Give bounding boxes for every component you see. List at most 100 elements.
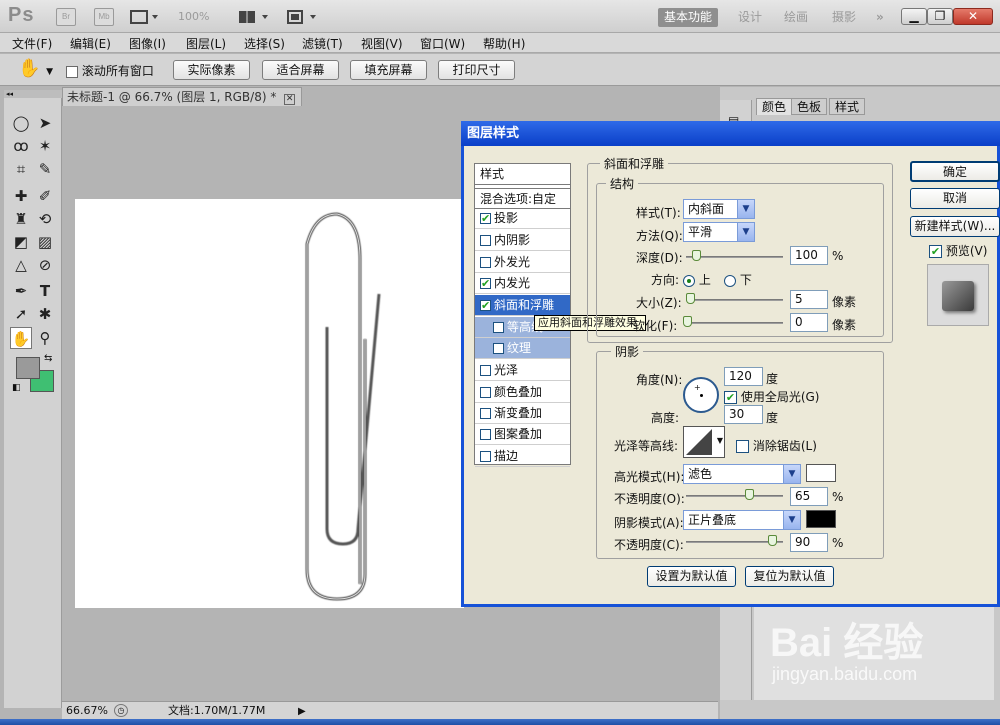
screen-mode-button[interactable] — [286, 9, 320, 25]
eraser-tool-icon[interactable]: ◩ — [10, 231, 32, 253]
new-style-button[interactable]: 新建样式(W)... — [910, 216, 1000, 237]
type-tool-icon[interactable]: T — [34, 280, 56, 302]
canvas[interactable] — [75, 199, 464, 608]
marquee-tool-icon[interactable]: ◯ — [10, 112, 32, 134]
toolbox-collapse-icon[interactable]: ◂◂ — [4, 90, 62, 98]
checkbox-empty-icon[interactable] — [493, 322, 504, 333]
arrange-documents-button[interactable] — [238, 9, 272, 25]
checkbox-empty-icon[interactable] — [480, 257, 491, 268]
clone-stamp-icon[interactable]: ♜ — [10, 208, 32, 230]
depth-slider-thumb[interactable] — [691, 250, 701, 261]
document-tab[interactable]: 未标题-1 @ 66.7% (图层 1, RGB/8) * ✕ — [62, 87, 302, 106]
checkbox-empty-icon[interactable] — [493, 343, 504, 354]
menu-window[interactable]: 窗口(W) — [420, 35, 465, 52]
soften-slider-thumb[interactable] — [683, 316, 692, 327]
soften-slider[interactable] — [686, 322, 783, 324]
cancel-button[interactable]: 取消 — [910, 188, 1000, 209]
minimize-button[interactable]: ▁ — [901, 8, 927, 25]
gloss-contour-picker[interactable]: ▼ — [683, 426, 725, 458]
eyedropper-icon[interactable]: ✎ — [34, 158, 56, 180]
brush-tool-icon[interactable]: ✐ — [34, 185, 56, 207]
style-item[interactable]: ✔ 内发光 — [475, 273, 570, 294]
menu-file[interactable]: 文件(F) — [12, 35, 52, 52]
magic-wand-icon[interactable]: ✶ — [34, 135, 56, 157]
default-colors-icon[interactable]: ◧ — [12, 383, 21, 393]
view-extras-button[interactable] — [130, 9, 160, 25]
direction-up-radio[interactable]: 上 — [683, 271, 711, 288]
blur-tool-icon[interactable]: △ — [10, 254, 32, 276]
altitude-input[interactable]: 30 — [724, 405, 763, 424]
style-item[interactable]: 渐变叠加 — [475, 403, 570, 424]
checkbox-empty-icon[interactable] — [480, 387, 491, 398]
style-item[interactable]: 图案叠加 — [475, 424, 570, 445]
menu-help[interactable]: 帮助(H) — [483, 35, 525, 52]
checkbox-empty-icon[interactable] — [480, 451, 491, 462]
pen-tool-icon[interactable]: ✒ — [10, 280, 32, 302]
anti-alias-checkbox[interactable]: 消除锯齿(L) — [736, 437, 817, 454]
dodge-tool-icon[interactable]: ⊘ — [34, 254, 56, 276]
workspace-essentials[interactable]: 基本功能 — [658, 8, 719, 27]
close-document-icon[interactable]: ✕ — [284, 94, 296, 105]
technique-dropdown[interactable]: 平滑 ▼ — [683, 222, 755, 242]
fill-screen-button[interactable]: 填充屏幕 — [350, 60, 427, 80]
hand-tool-preset[interactable]: ✋ ▼ — [18, 58, 53, 79]
zoom-tool-icon[interactable]: ⚲ — [34, 327, 56, 349]
angle-dial[interactable]: + — [683, 377, 719, 413]
status-info-icon[interactable]: ◷ — [114, 704, 128, 717]
style-item[interactable]: 光泽 — [475, 360, 570, 381]
gradient-tool-icon[interactable]: ▨ — [34, 231, 56, 253]
depth-input[interactable]: 100 — [790, 246, 828, 265]
menu-view[interactable]: 视图(V) — [361, 35, 403, 52]
foreground-color-swatch-top[interactable] — [16, 357, 40, 379]
highlight-mode-dropdown[interactable]: 滤色 ▼ — [683, 464, 801, 484]
checkmark-icon[interactable]: ✔ — [480, 300, 491, 311]
zoom-level-menu[interactable]: 100% — [178, 10, 209, 23]
status-menu-arrow-icon[interactable]: ▶ — [298, 703, 306, 720]
workspace-design[interactable]: 设计 — [732, 8, 768, 27]
highlight-opacity-slider[interactable] — [686, 495, 783, 497]
soften-input[interactable]: 0 — [790, 313, 828, 332]
ok-button[interactable]: 确定 — [910, 161, 1000, 182]
tab-color[interactable]: 颜色 — [756, 98, 793, 115]
move-tool-icon[interactable]: ➤ — [34, 112, 56, 134]
style-item[interactable]: 描边 — [475, 446, 570, 467]
checkbox-empty-icon[interactable] — [480, 365, 491, 376]
shadow-mode-dropdown[interactable]: 正片叠底 ▼ — [683, 510, 801, 530]
fit-screen-button[interactable]: 适合屏幕 — [262, 60, 339, 80]
styles-header[interactable]: 样式 — [475, 164, 570, 185]
use-global-light-checkbox[interactable]: ✔ 使用全局光(G) — [724, 388, 820, 405]
scroll-all-windows-checkbox[interactable]: 滚动所有窗口 — [66, 62, 154, 79]
tab-swatches[interactable]: 色板 — [791, 98, 828, 115]
preview-checkbox[interactable]: ✔ 预览(V) — [929, 242, 987, 259]
close-button[interactable]: ✕ — [953, 8, 993, 25]
crop-tool-icon[interactable]: ⌗ — [10, 158, 32, 180]
highlight-color-swatch[interactable] — [806, 464, 836, 482]
angle-input[interactable]: 120 — [724, 367, 763, 386]
blending-options-item[interactable]: 混合选项:自定 — [475, 188, 570, 209]
bridge-icon[interactable]: Br — [56, 8, 76, 26]
mini-bridge-icon[interactable]: Mb — [94, 8, 114, 26]
shadow-opacity-thumb[interactable] — [768, 535, 777, 546]
dialog-title-bar[interactable]: 图层样式 — [461, 121, 1000, 146]
history-brush-icon[interactable]: ⟲ — [34, 208, 56, 230]
menu-edit[interactable]: 编辑(E) — [70, 35, 111, 52]
size-slider-thumb[interactable] — [686, 293, 695, 304]
shadow-color-swatch[interactable] — [806, 510, 836, 528]
shape-tool-icon[interactable]: ✱ — [34, 303, 56, 325]
style-item[interactable]: ✔ 投影 — [475, 208, 570, 229]
hand-tool-icon[interactable]: ✋ — [10, 327, 32, 349]
shadow-opacity-input[interactable]: 90 — [790, 533, 828, 552]
menu-filter[interactable]: 滤镜(T) — [302, 35, 343, 52]
lasso-tool-icon[interactable]: ꝏ — [10, 135, 32, 157]
zoom-readout[interactable]: 66.67% — [66, 702, 108, 719]
size-input[interactable]: 5 — [790, 290, 828, 309]
bevel-style-dropdown[interactable]: 内斜面 ▼ — [683, 199, 755, 219]
workspace-photography[interactable]: 摄影 — [826, 8, 862, 27]
style-item[interactable]: 颜色叠加 — [475, 382, 570, 403]
style-item[interactable]: 纹理 — [475, 338, 570, 359]
print-size-button[interactable]: 打印尺寸 — [438, 60, 515, 80]
path-select-icon[interactable]: ➚ — [10, 303, 32, 325]
more-workspaces-button[interactable]: » — [870, 8, 890, 27]
size-slider[interactable] — [686, 299, 783, 301]
reset-default-button[interactable]: 复位为默认值 — [745, 566, 834, 587]
